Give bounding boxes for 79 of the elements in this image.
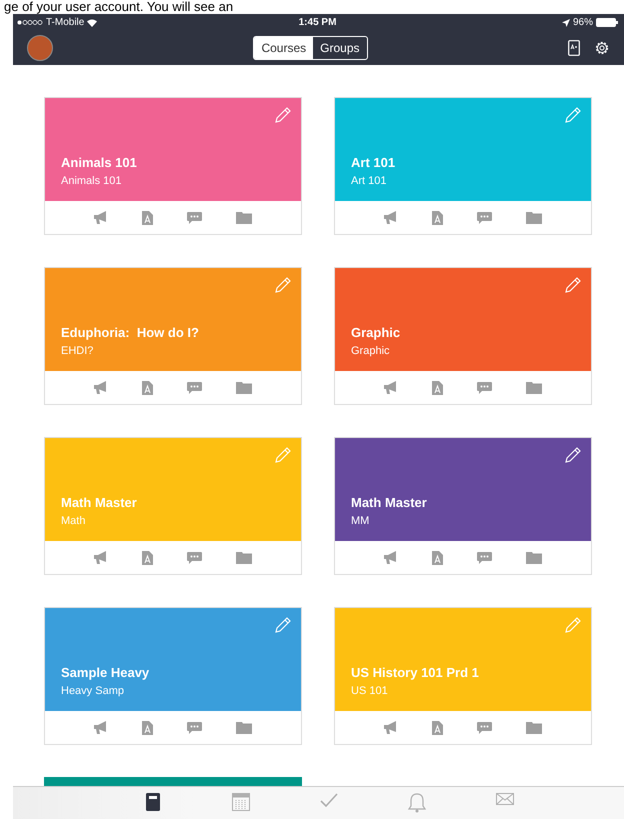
folder-icon[interactable]	[526, 722, 542, 734]
megaphone-icon[interactable]	[384, 381, 398, 394]
location-arrow-icon	[562, 18, 570, 26]
assignment-icon[interactable]	[142, 210, 153, 224]
course-title: Art 101	[351, 155, 396, 170]
chat-bubble-icon[interactable]	[477, 722, 492, 734]
course-code: Art 101	[351, 175, 388, 187]
chat-bubble-icon[interactable]	[187, 552, 202, 564]
course-code: US 101	[351, 685, 389, 697]
course-code: MM	[351, 515, 370, 527]
course-card[interactable]: Animals 101 Animals 101	[44, 97, 302, 235]
chat-bubble-icon[interactable]	[477, 552, 492, 564]
course-code: Animals 101	[61, 175, 123, 187]
course-card[interactable]: Math Master MM	[334, 437, 592, 575]
course-title: Math Master	[61, 495, 138, 510]
course-title: Animals 101	[61, 155, 138, 170]
megaphone-icon[interactable]	[384, 211, 398, 224]
wifi-icon	[87, 18, 98, 26]
grades-icon[interactable]	[568, 40, 580, 56]
megaphone-icon[interactable]	[94, 381, 108, 394]
megaphone-icon[interactable]	[384, 721, 398, 734]
calendar-icon[interactable]	[232, 793, 250, 811]
chat-bubble-icon[interactable]	[187, 212, 202, 224]
folder-icon[interactable]	[236, 382, 252, 394]
assignment-icon[interactable]	[142, 380, 153, 394]
battery-icon	[596, 18, 618, 27]
assignment-icon[interactable]	[432, 550, 443, 564]
settings-icon[interactable]	[594, 40, 610, 56]
course-code: Math	[61, 515, 86, 527]
course-card[interactable]: Eduphoria: How do I? EHDI?	[44, 267, 302, 405]
course-code: Heavy Samp	[61, 685, 125, 697]
pencil-icon[interactable]	[564, 446, 582, 464]
course-title: US History 101 Prd 1	[351, 665, 480, 680]
course-title: Eduphoria: How do I?	[61, 325, 200, 340]
megaphone-icon[interactable]	[94, 211, 108, 224]
course-title: Sample Heavy	[61, 665, 150, 680]
chat-bubble-icon[interactable]	[477, 212, 492, 224]
bell-icon[interactable]	[408, 793, 426, 813]
segment-tab[interactable]: Groups	[313, 37, 367, 59]
course-card[interactable]: Art 101 Art 101	[334, 97, 592, 235]
folder-icon[interactable]	[236, 212, 252, 224]
course-card[interactable]: Graphic Graphic	[334, 267, 592, 405]
chat-bubble-icon[interactable]	[187, 382, 202, 394]
course-code: Graphic	[351, 345, 391, 357]
time-text: 1:45 PM	[298, 17, 336, 28]
pencil-icon[interactable]	[274, 106, 292, 124]
megaphone-icon[interactable]	[94, 551, 108, 564]
envelope-icon[interactable]	[496, 793, 514, 805]
assignment-icon[interactable]	[432, 380, 443, 394]
folder-icon[interactable]	[236, 722, 252, 734]
course-code: EHDI?	[61, 345, 94, 357]
assignment-icon[interactable]	[432, 720, 443, 734]
assignment-icon[interactable]	[142, 720, 153, 734]
course-card-header[interactable]	[44, 777, 302, 787]
signal-icon	[17, 20, 43, 25]
assignment-icon[interactable]	[142, 550, 153, 564]
chat-bubble-icon[interactable]	[187, 722, 202, 734]
pencil-icon[interactable]	[564, 276, 582, 294]
carrier-text: T-Mobile	[46, 17, 84, 28]
segment-tab[interactable]: Courses	[254, 37, 314, 59]
megaphone-icon[interactable]	[384, 551, 398, 564]
assignment-icon[interactable]	[432, 210, 443, 224]
folder-icon[interactable]	[236, 552, 252, 564]
checkmark-icon[interactable]	[320, 793, 338, 807]
course-card[interactable]: Math Master Math	[44, 437, 302, 575]
course-card[interactable]: US History 101 Prd 1 US 101	[334, 607, 592, 745]
course-title: Math Master	[351, 495, 428, 510]
caption-text: ge of your user account. You will see an	[4, 0, 234, 14]
megaphone-icon[interactable]	[94, 721, 108, 734]
notebook-icon[interactable]	[146, 793, 160, 811]
folder-icon[interactable]	[526, 212, 542, 224]
pencil-icon[interactable]	[274, 616, 292, 634]
course-card[interactable]: Sample Heavy Heavy Samp	[44, 607, 302, 745]
chat-bubble-icon[interactable]	[477, 382, 492, 394]
folder-icon[interactable]	[526, 552, 542, 564]
course-title: Graphic	[351, 325, 402, 340]
folder-icon[interactable]	[526, 382, 542, 394]
battery-percent-text: 96%	[573, 17, 594, 28]
avatar-icon[interactable]	[27, 35, 53, 61]
